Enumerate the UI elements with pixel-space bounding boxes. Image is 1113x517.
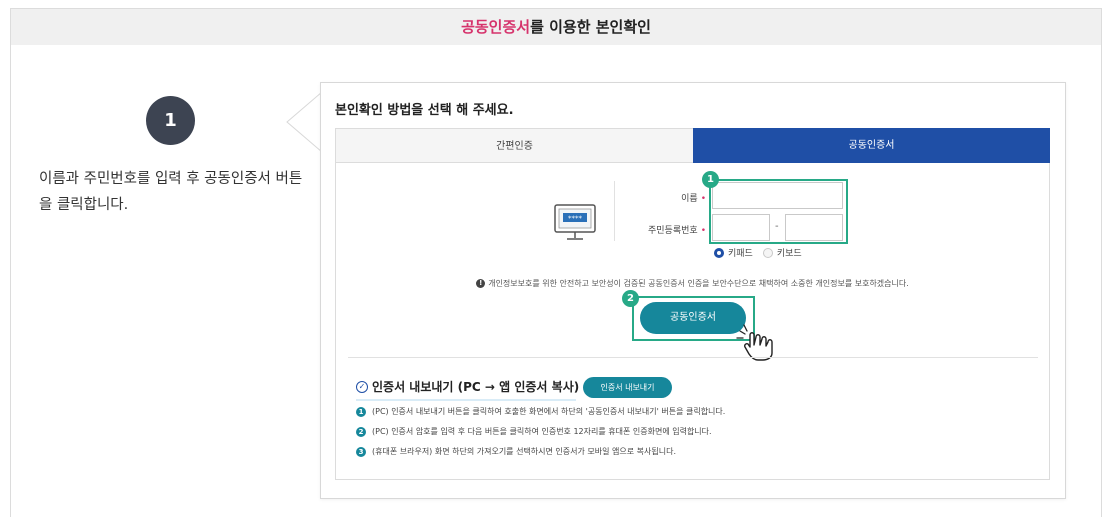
form-divider xyxy=(614,181,615,241)
tab-content: **** 이름 • 주민등록번호 • - 1 키패드 키보드 ! 개인정보보호를 위한… xyxy=(335,163,1050,480)
export-certificate-button[interactable]: 인증서 내보내기 xyxy=(583,377,672,398)
monitor-icon: **** xyxy=(554,204,596,240)
export-step-3: 3 (휴대폰 브라우저) 화면 하단의 가져오기를 선택하시면 인증서가 모바일 … xyxy=(356,446,676,457)
name-label: 이름 • xyxy=(681,194,706,204)
tab-simple-auth[interactable]: 간편인증 xyxy=(335,128,693,163)
required-mark: • xyxy=(700,226,706,236)
monitor-screen-text: **** xyxy=(568,215,583,223)
keypad-label: 키패드 xyxy=(728,249,753,259)
export-title-underline xyxy=(356,399,576,401)
rrn-label: 주민등록번호 • xyxy=(648,226,706,236)
step-num-badge: 2 xyxy=(356,426,366,437)
export-section-title: ✓ 인증서 내보내기 (PC → 앱 인증서 복사) xyxy=(356,378,579,395)
step-description: 이름과 주민번호를 입력 후 공동인증서 버튼을 클릭합니다. xyxy=(39,171,303,213)
required-mark: • xyxy=(700,194,706,204)
joint-certificate-button[interactable]: 공동인증서 xyxy=(640,302,746,334)
keypad-radio[interactable] xyxy=(714,247,724,258)
export-step-1: 1 (PC) 인증서 내보내기 버튼을 클릭하여 호출한 화면에서 하단의 '공동… xyxy=(356,406,725,417)
panel-title: 본인확인 방법을 선택 해 주세요. xyxy=(335,103,514,118)
panel-pointer-arrow xyxy=(286,92,322,152)
page-title: 공동인증서를 이용한 본인확인 xyxy=(11,9,1101,45)
exclamation-icon: ! xyxy=(476,279,486,288)
input-method-options: 키패드 키보드 xyxy=(714,246,802,259)
keyboard-radio[interactable] xyxy=(762,247,773,258)
tab-joint-certificate[interactable]: 공동인증서 xyxy=(693,128,1050,163)
title-rest: 를 이용한 본인확인 xyxy=(530,18,651,36)
title-highlight: 공동인증서 xyxy=(461,18,531,36)
keyboard-label: 키보드 xyxy=(776,249,802,259)
notice-text: 개인정보보호를 위한 안전하고 보안성이 검증된 공동인증서 인증을 보안수단으… xyxy=(488,279,909,288)
security-notice: ! 개인정보보호를 위한 안전하고 보안성이 검증된 공동인증서 인증을 보안수단… xyxy=(336,278,1049,289)
verification-panel: 본인확인 방법을 선택 해 주세요. 간편인증 공동인증서 **** 이름 • 주… xyxy=(320,82,1066,499)
callout-box-1 xyxy=(709,179,848,244)
auth-method-tabs: 간편인증 공동인증서 xyxy=(335,128,1050,163)
check-circle-icon: ✓ xyxy=(356,380,368,393)
step-num-badge: 1 xyxy=(356,406,366,417)
pointing-hand-icon xyxy=(736,324,773,361)
callout-badge-2: 2 xyxy=(622,290,639,307)
callout-badge-1: 1 xyxy=(702,171,719,188)
export-step-2: 2 (PC) 인증서 암호를 입력 후 다음 버튼을 클릭하여 인증번호 12자리… xyxy=(356,426,712,437)
step-num-badge: 3 xyxy=(356,446,366,457)
step-number-badge: 1 xyxy=(146,96,195,145)
section-divider xyxy=(348,357,1038,358)
